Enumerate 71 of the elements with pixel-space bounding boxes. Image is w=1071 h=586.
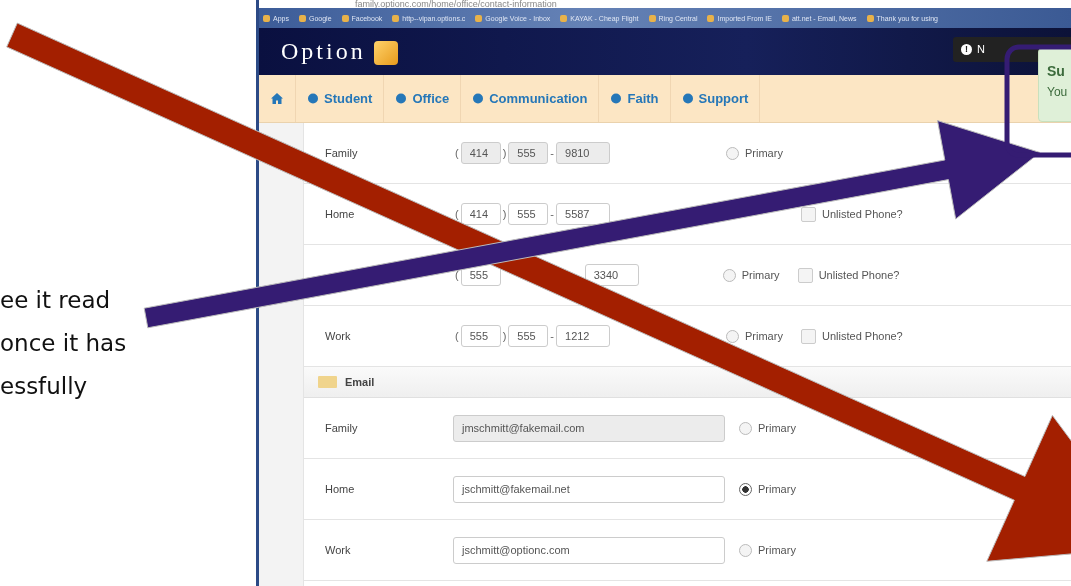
- area-code-field[interactable]: 414: [460, 203, 501, 225]
- slide-text: essfully: [0, 372, 89, 401]
- bookmark-icon: [392, 14, 400, 22]
- checkbox-label: Unlisted Phone?: [822, 208, 903, 220]
- line-number-field[interactable]: 1212: [556, 325, 610, 347]
- section-title: Email: [345, 376, 375, 388]
- parenthesis: (: [455, 147, 459, 159]
- line-number-field[interactable]: 3340: [584, 264, 639, 286]
- line-number-field[interactable]: 5587: [556, 203, 610, 225]
- radio-label: Primary: [741, 269, 780, 281]
- row-label: Family: [325, 147, 359, 159]
- row-label: Home: [325, 208, 356, 220]
- address-bar[interactable]: family.optionc.com/home/office/contact-information: [259, 0, 1071, 8]
- email-field[interactable]: jschmitt@optionc.com: [453, 536, 725, 564]
- row-label: Work: [325, 544, 352, 556]
- dash: -: [550, 330, 554, 342]
- bookmark-icon: [263, 14, 270, 22]
- parenthesis: (: [455, 269, 459, 281]
- parenthesis: (: [455, 330, 459, 342]
- radio-button[interactable]: [739, 543, 752, 557]
- bookmark-icon: [781, 14, 789, 22]
- checkbox-label: Unlisted Phone?: [818, 269, 900, 281]
- toast-message: You: [1047, 85, 1069, 99]
- nav-item[interactable]: Support: [670, 75, 761, 122]
- parenthesis: ): [502, 147, 507, 159]
- row-label: Work: [325, 330, 352, 342]
- radio-label: Primary: [745, 147, 783, 159]
- prefix-field[interactable]: 555: [508, 325, 549, 347]
- bookmark-icon: [560, 14, 568, 22]
- checkbox[interactable]: [801, 328, 816, 344]
- bookmark-icon: [298, 14, 306, 22]
- radio-label: Primary: [745, 330, 783, 342]
- bookmark-icon: [341, 14, 349, 22]
- radio-label: Primary: [758, 483, 796, 495]
- radio-label: Primary: [758, 544, 796, 556]
- bookmark-icon: [707, 14, 715, 22]
- bookmark-icon: [648, 14, 656, 22]
- prefix-field[interactable]: 555: [508, 203, 549, 225]
- dash: -: [550, 147, 554, 159]
- row-label: Family: [325, 422, 359, 434]
- email-field[interactable]: jschmitt@fakemail.net: [453, 475, 725, 503]
- toast-title: Su: [1047, 63, 1066, 79]
- dash: -: [550, 208, 554, 220]
- checkbox-label: Unlisted Phone?: [822, 330, 903, 342]
- radio-button[interactable]: [722, 268, 736, 282]
- circle-icon: [610, 93, 623, 104]
- nav-item[interactable]: Student: [296, 75, 385, 122]
- nav-item[interactable]: Communication: [461, 75, 600, 122]
- area-code-field[interactable]: 555: [460, 325, 501, 347]
- nav-item[interactable]: Office: [384, 75, 462, 122]
- parenthesis: (: [455, 208, 459, 220]
- logo[interactable]: Option: [281, 37, 398, 66]
- circle-icon: [307, 93, 319, 104]
- circle-icon: [472, 93, 485, 104]
- nav-item[interactable]: Faith: [599, 75, 671, 122]
- radio-button[interactable]: [739, 482, 752, 496]
- parenthesis: ): [502, 208, 507, 220]
- envelope-icon: [318, 376, 337, 388]
- checkbox[interactable]: [801, 206, 816, 222]
- circle-icon: [681, 93, 694, 104]
- circle-icon: [395, 93, 408, 104]
- alert-icon: !: [961, 43, 972, 55]
- radio-label: Primary: [758, 422, 796, 434]
- row-label: Home: [325, 483, 356, 495]
- bookmark-icon: [866, 14, 874, 22]
- slide-text: once it has: [0, 329, 128, 358]
- checkbox[interactable]: [797, 267, 813, 283]
- parenthesis: ): [502, 330, 507, 342]
- slide-text: ee it read: [0, 286, 112, 315]
- bookmark-icon: [475, 14, 483, 22]
- radio-button[interactable]: [726, 329, 739, 343]
